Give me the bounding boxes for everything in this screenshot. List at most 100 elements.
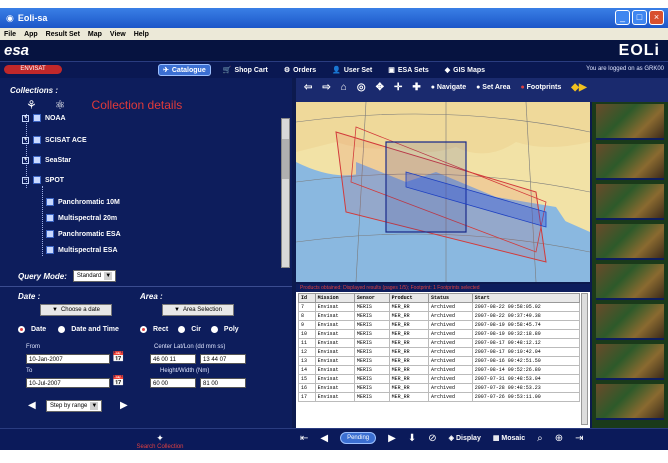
column-header[interactable]: Mission (314, 293, 355, 303)
collapse-all-icon[interactable]: ⚛ (55, 98, 66, 112)
column-header[interactable]: Product (388, 293, 429, 303)
table-row[interactable]: 7 Envisat MERIS MER_RR Archived 2007-08-22 09… (298, 302, 581, 312)
table-scrollbar[interactable] (581, 293, 588, 425)
maximize-button[interactable]: □ (632, 10, 647, 25)
select-icon[interactable]: ⬇ (408, 433, 416, 444)
tree-scrollbar[interactable] (281, 118, 290, 268)
table-row[interactable]: 13 Envisat MERIS MER_RR Archived 2007-08-16 0… (298, 356, 581, 366)
tab-orders[interactable]: ⚙ Orders (280, 64, 320, 76)
quicklook-thumbnail[interactable] (596, 224, 664, 260)
footprints-tool[interactable]: ● Footprints (520, 84, 561, 91)
table-row[interactable]: 16 Envisat MERIS MER_RR Archived 2007-07-28 0… (298, 383, 581, 393)
query-mode-select[interactable]: Standard ▼ (72, 270, 117, 282)
radio-circle[interactable] (178, 326, 186, 333)
tab-esa-sets[interactable]: ▣ ESA Sets (384, 64, 433, 76)
minimize-button[interactable]: _ (615, 10, 630, 25)
step-forward-icon[interactable]: ▶ (120, 400, 128, 411)
from-date-field[interactable]: 10-Jan-2007 (26, 354, 110, 364)
menu-result-set[interactable]: Result Set (46, 31, 80, 38)
radio-date[interactable] (18, 326, 25, 333)
calendar-icon[interactable]: 📅 (112, 352, 124, 363)
menu-app[interactable]: App (24, 31, 38, 38)
calendar-icon[interactable]: 📅 (112, 376, 124, 387)
tree-item-seastar[interactable]: + SeaStar (22, 156, 71, 164)
next-page-icon[interactable]: ▶ (388, 433, 396, 444)
menu-view[interactable]: View (110, 31, 126, 38)
checkbox-icon[interactable] (46, 214, 54, 222)
previous-page-icon[interactable]: ◀ (320, 433, 328, 444)
quicklook-thumbnail[interactable] (596, 184, 664, 220)
quicklook-thumbnail[interactable] (596, 104, 664, 140)
table-row[interactable]: 8 Envisat MERIS MER_RR Archived 2007-08-22 09… (298, 311, 581, 321)
table-row[interactable]: 9 Envisat MERIS MER_RR Archived 2007-08-19 09… (298, 320, 581, 330)
tab-shop-cart[interactable]: 🛒 Shop Cart (219, 64, 272, 76)
radio-poly[interactable] (210, 326, 218, 333)
checkbox-icon[interactable] (46, 198, 54, 206)
tree-item-pan-10m[interactable]: Panchromatic 10M (46, 198, 120, 206)
menu-help[interactable]: Help (134, 31, 149, 38)
cart-add-icon[interactable]: ⊕ (555, 433, 563, 444)
zoom-out-icon[interactable]: ✚ (412, 82, 420, 93)
expand-icon[interactable]: + (22, 136, 29, 144)
column-header[interactable]: Sensor (353, 293, 390, 303)
column-header[interactable]: Id (298, 293, 316, 303)
checkbox-icon[interactable] (46, 230, 54, 238)
tree-item-spot[interactable]: − SPOT (22, 176, 64, 184)
column-header[interactable]: Status (427, 293, 473, 303)
radio-date-time[interactable] (58, 326, 66, 333)
set-area-tool[interactable]: ● Set Area (476, 84, 510, 91)
quicklook-thumbnail[interactable] (596, 144, 664, 180)
tree-item-scisat[interactable]: + SCISAT ACE (22, 136, 87, 144)
close-button[interactable]: × (649, 10, 664, 25)
center-lon-field[interactable]: 13 44 07 (200, 354, 246, 364)
table-row[interactable]: 11 Envisat MERIS MER_RR Archived 2007-08-17 0… (298, 338, 581, 348)
scroll-thumb[interactable] (282, 139, 289, 179)
zoom-in-icon[interactable]: ✛ (394, 82, 402, 93)
to-date-field[interactable]: 10-Jul-2007 (26, 378, 110, 388)
choose-date-button[interactable]: ▼ Choose a date (40, 304, 112, 316)
next-icon[interactable]: ◆▶ (571, 82, 586, 93)
expand-all-icon[interactable]: ⚘ (26, 98, 37, 112)
menu-map[interactable]: Map (88, 31, 102, 38)
home-icon[interactable]: ⌂ (341, 82, 347, 93)
expand-icon[interactable]: + (22, 114, 29, 122)
table-row[interactable]: 12 Envisat MERIS MER_RR Archived 2007-08-17 0… (298, 347, 581, 357)
width-field[interactable]: 81 00 (200, 378, 246, 388)
download-icon[interactable]: ⇥ (575, 433, 583, 444)
forward-arrow-icon[interactable]: ⇨ (322, 82, 330, 93)
quicklook-thumbnail[interactable] (596, 304, 664, 340)
table-row[interactable]: 15 Envisat MERIS MER_RR Archived 2007-07-31 0… (298, 374, 581, 384)
clear-icon[interactable]: ⊘ (428, 433, 436, 444)
quicklook-thumbnail[interactable] (596, 384, 664, 420)
page-status-pill[interactable]: Pending (340, 432, 377, 444)
pan-icon[interactable]: ✥ (376, 82, 384, 93)
tab-catalogue[interactable]: ✈ Catalogue (158, 64, 211, 76)
first-page-icon[interactable]: ⇤ (300, 433, 308, 444)
navigate-tool[interactable]: ● Navigate (431, 84, 466, 91)
quicklook-thumbnail[interactable] (596, 264, 664, 300)
back-arrow-icon[interactable]: ⇦ (304, 82, 312, 93)
menu-file[interactable]: File (4, 31, 16, 38)
tab-gis-maps[interactable]: ◆ GIS Maps (441, 64, 489, 76)
mosaic-button[interactable]: ▦ Mosaic (493, 434, 525, 442)
tree-item-ms-20m[interactable]: Multispectral 20m (46, 214, 117, 222)
collection-details-link[interactable]: Collection details (92, 98, 183, 112)
table-row[interactable]: 14 Envisat MERIS MER_RR Archived 2007-08-14 0… (298, 365, 581, 375)
tree-item-pan-esa[interactable]: Panchromatic ESA (46, 230, 121, 238)
checkbox-icon[interactable] (46, 246, 54, 254)
collapse-icon[interactable]: − (22, 176, 29, 184)
quicklook-thumbnail[interactable] (596, 344, 664, 380)
globe-icon[interactable]: ◎ (357, 82, 366, 93)
zoom-icon[interactable]: ⌕ (537, 433, 543, 444)
search-collection-button[interactable]: ✦ Search Collection (130, 433, 190, 450)
column-header[interactable]: Start (471, 293, 581, 303)
step-back-icon[interactable]: ◀ (28, 400, 36, 411)
envisat-badge[interactable]: ENVISAT (4, 65, 62, 74)
area-selection-button[interactable]: ▼ Area Selection (162, 304, 234, 316)
step-range-select[interactable]: Step by range ▼ (46, 400, 103, 412)
table-row[interactable]: 10 Envisat MERIS MER_RR Archived 2007-08-19 0… (298, 329, 581, 339)
tree-item-noaa[interactable]: + NOAA (22, 114, 66, 122)
center-lat-field[interactable]: 46 00 11 (150, 354, 196, 364)
height-field[interactable]: 60 00 (150, 378, 196, 388)
tree-item-ms-esa[interactable]: Multispectral ESA (46, 246, 118, 254)
